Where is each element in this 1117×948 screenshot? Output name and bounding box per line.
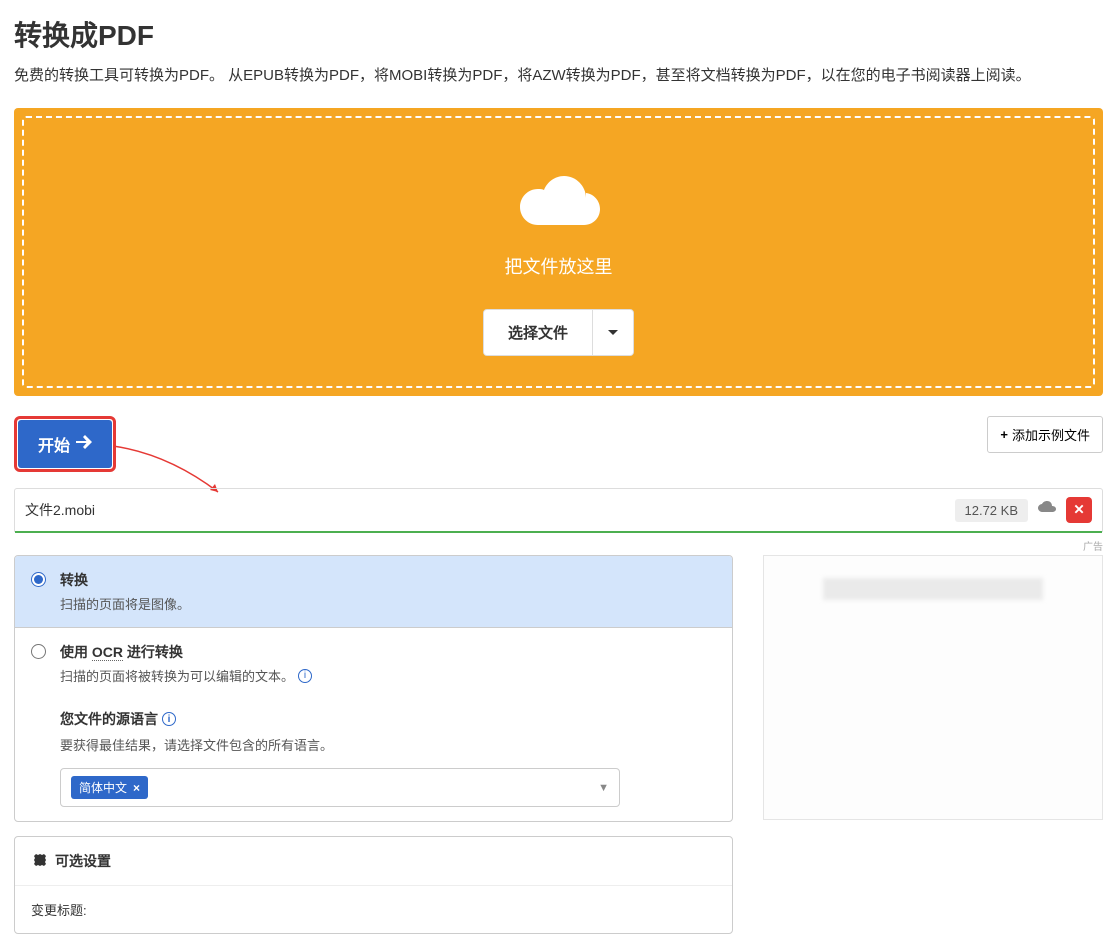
ad-container (763, 555, 1103, 820)
option-ocr-title: 使用 OCR 进行转换 (60, 642, 716, 662)
file-remove-button[interactable]: ✕ (1066, 497, 1092, 523)
page-title: 转换成PDF (14, 14, 1103, 54)
conversion-options: 转换 扫描的页面将是图像。 使用 OCR 进行转换 扫描的页面将被转换为可以编辑… (14, 555, 733, 822)
file-name: 文件2.mobi (25, 500, 945, 520)
add-example-label: 添加示例文件 (1012, 425, 1090, 444)
option-ocr-desc: 扫描的页面将被转换为可以编辑的文本。 i (60, 666, 716, 685)
annotation-arrow (113, 444, 223, 494)
chevron-down-icon (607, 329, 619, 337)
language-chip-label: 简体中文 (79, 779, 127, 796)
dropzone-container: 把文件放这里 选择文件 (14, 108, 1103, 396)
page-description: 免费的转换工具可转换为PDF。 从EPUB转换为PDF，将MOBI转换为PDF，… (14, 64, 1103, 88)
change-title-label: 变更标题: (31, 900, 716, 919)
add-example-button[interactable]: + 添加示例文件 (987, 416, 1103, 453)
dropzone[interactable]: 把文件放这里 选择文件 (22, 116, 1095, 388)
ad-placeholder (823, 578, 1043, 600)
close-icon: ✕ (1073, 502, 1084, 518)
optional-settings-panel: 可选设置 变更标题: (14, 836, 733, 934)
ocr-source-lang-desc: 要获得最佳结果，请选择文件包含的所有语言。 (60, 735, 716, 754)
option-convert[interactable]: 转换 扫描的页面将是图像。 (15, 556, 732, 628)
caret-down-icon: ▼ (598, 782, 609, 794)
ad-label: 广告 (14, 538, 1103, 553)
optional-settings-title: 可选设置 (55, 851, 111, 871)
plus-icon: + (1000, 427, 1008, 442)
gear-icon (31, 852, 47, 871)
option-convert-title: 转换 (60, 570, 716, 590)
info-icon[interactable]: i (162, 712, 176, 726)
file-row: 文件2.mobi 12.72 KB ✕ (14, 488, 1103, 532)
language-select[interactable]: 简体中文 × ▼ (60, 768, 620, 807)
dropzone-text: 把文件放这里 (44, 253, 1073, 279)
select-file-button[interactable]: 选择文件 (484, 310, 592, 355)
language-chip-remove[interactable]: × (133, 781, 140, 795)
select-file-group: 选择文件 (483, 309, 634, 356)
file-size: 12.72 KB (955, 499, 1029, 522)
select-file-dropdown[interactable] (592, 310, 633, 355)
option-convert-desc: 扫描的页面将是图像。 (60, 594, 716, 613)
start-button-label: 开始 (38, 432, 70, 456)
language-chip: 简体中文 × (71, 776, 148, 799)
info-icon[interactable]: i (298, 669, 312, 683)
ocr-source-lang-label: 您文件的源语言 i (60, 709, 716, 729)
option-ocr[interactable]: 使用 OCR 进行转换 扫描的页面将被转换为可以编辑的文本。 i 您文件的源语言… (15, 628, 732, 821)
cloud-upload-icon (514, 168, 604, 243)
start-button[interactable]: 开始 (18, 420, 112, 468)
optional-settings-header[interactable]: 可选设置 (15, 837, 732, 886)
arrow-right-icon (76, 435, 92, 454)
start-button-highlight: 开始 (14, 416, 116, 472)
option-ocr-radio[interactable] (31, 644, 46, 659)
option-convert-radio[interactable] (31, 572, 46, 587)
cloud-done-icon (1038, 501, 1056, 520)
